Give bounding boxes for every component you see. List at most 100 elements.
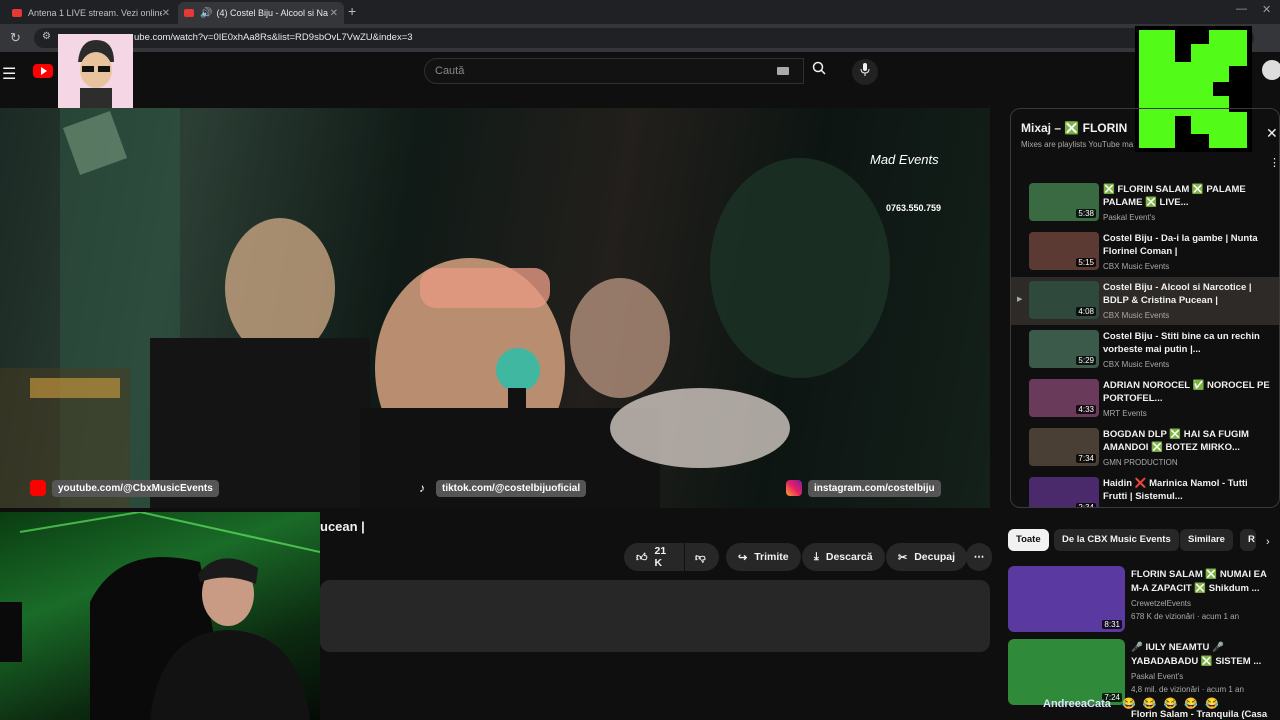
minimize-icon[interactable]: —: [1236, 3, 1247, 15]
streamer-avatar-overlay: [58, 34, 133, 109]
recommendation-item[interactable]: 8:31 FLORIN SALAM ❎ NUMAI EA M-A ZAPACIT …: [1008, 566, 1280, 632]
playlist-item[interactable]: 4:33 ADRIAN NOROCEL ✅ NOROCEL PE PORTOFEL…: [1011, 375, 1279, 423]
recommendation-thumbnail[interactable]: 8:31: [1008, 566, 1125, 632]
playlist-thumbnail[interactable]: 5:15: [1029, 232, 1099, 270]
url-text[interactable]: ube.com/watch?v=0IE0xhAa8Rs&list=RD9sbOv…: [134, 32, 413, 43]
recommendation-meta: 4,8 mil. de vizionări · acum 1 an: [1131, 685, 1244, 694]
recommendation-channel[interactable]: Paskal Event's: [1131, 672, 1183, 681]
like-button[interactable]: 👍︎ 21 K: [624, 543, 684, 571]
tab-antena[interactable]: Antena 1 LIVE stream. Vezi online ✕: [6, 2, 176, 24]
more-dots-icon: ⋯: [973, 551, 985, 563]
duration-badge: 2:34: [1076, 503, 1096, 507]
webcam-frame: [0, 512, 320, 720]
playlist-thumbnail[interactable]: 4:08: [1029, 281, 1099, 319]
video-title: ucean |: [320, 519, 365, 534]
playlist-item[interactable]: 5:29 Costel Biju - Stiti bine ca un rechi…: [1011, 326, 1279, 374]
playlist-item-title[interactable]: Costel Biju - Stiti bine ca un rechin vo…: [1103, 330, 1273, 356]
close-window-icon[interactable]: ✕: [1262, 3, 1271, 16]
chevron-right-icon[interactable]: ›: [1266, 536, 1270, 548]
close-playlist-icon[interactable]: ✕: [1266, 125, 1278, 142]
playlist-item-title[interactable]: ❎ FLORIN SALAM ❎ PALAME PALAME ❎ LIVE...: [1103, 183, 1273, 209]
playlist-thumbnail[interactable]: 7:34: [1029, 428, 1099, 466]
youtube-logo[interactable]: [33, 64, 53, 78]
share-button[interactable]: ↪ Trimite: [726, 543, 801, 571]
playlist-item-channel[interactable]: MRT Events: [1103, 409, 1147, 418]
more-actions-button[interactable]: ⋯: [966, 543, 992, 571]
playlist-item-title[interactable]: BOGDAN DLP ❎ HAI SA FUGIM AMANDOI ❎ BOTE…: [1103, 428, 1273, 454]
omnibox[interactable]: ⚙ ube.com/watch?v=0IE0xhAa8Rs&list=RD9sb…: [34, 28, 1254, 48]
recommendation-item[interactable]: 7:24 🎤 IULY NEAMTU 🎤 YABADABADU ❎ SISTEM …: [1008, 639, 1280, 705]
playlist-thumbnail[interactable]: 5:29: [1029, 330, 1099, 368]
chip-next[interactable]: R: [1240, 529, 1256, 551]
playlist-menu-icon[interactable]: ⋮: [1269, 156, 1279, 169]
recommendation-thumbnail[interactable]: 7:24: [1008, 639, 1125, 705]
thumbs-down-icon: 👎︎: [695, 551, 706, 564]
youtube-icon: [30, 480, 46, 496]
new-tab-icon[interactable]: +: [348, 3, 356, 19]
recommendation-title[interactable]: 🎤 IULY NEAMTU 🎤 YABADABADU ❎ SISTEM ...: [1131, 641, 1276, 668]
search-box[interactable]: Caută: [424, 58, 804, 84]
chip-all[interactable]: Toate: [1008, 529, 1049, 551]
playlist-thumbnail[interactable]: 5:38: [1029, 183, 1099, 221]
reload-icon[interactable]: ↻: [10, 30, 21, 46]
download-label: Descarcă: [825, 551, 873, 563]
recommendation-meta: 678 K de vizionări · acum 1 an: [1131, 612, 1240, 621]
site-info-icon[interactable]: ⚙: [42, 31, 51, 42]
recommendation-title[interactable]: FLORIN SALAM ❎ NUMAI EA M-A ZAPACIT ❎ Sh…: [1131, 568, 1276, 595]
youtube-favicon-icon: [184, 9, 194, 17]
playlist-item-channel[interactable]: CBX Music Events: [1103, 360, 1169, 369]
playlist-item-channel[interactable]: CBX Music Events: [1103, 262, 1169, 271]
speaker-icon[interactable]: 🔊: [200, 8, 212, 19]
download-button[interactable]: ⤓ Descarcă: [802, 543, 885, 571]
dislike-button[interactable]: 👎︎: [685, 543, 719, 571]
playlist-item[interactable]: 5:15 Costel Biju - Da-i la gambe | Nunta …: [1011, 228, 1279, 276]
duration-badge: 5:15: [1076, 258, 1096, 267]
keyboard-icon[interactable]: [777, 67, 789, 75]
playlist-thumbnail[interactable]: 4:33: [1029, 379, 1099, 417]
playlist-item-title[interactable]: Costel Biju - Da-i la gambe | Nunta Flor…: [1103, 232, 1273, 258]
chip-from-channel[interactable]: De la CBX Music Events: [1054, 529, 1179, 551]
instagram-icon: [786, 480, 802, 496]
microphone-icon: [860, 63, 870, 76]
playlist-item-channel[interactable]: GMN PRODUCTION: [1103, 458, 1178, 467]
playlist-item[interactable]: 5:38 ❎ FLORIN SALAM ❎ PALAME PALAME ❎ LIV…: [1011, 179, 1279, 227]
watermark-phone: 0763.550.759: [886, 203, 942, 213]
address-bar: ↻ ⚙ ube.com/watch?v=0IE0xhAa8Rs&list=RD9…: [0, 24, 1280, 52]
video-frame: [0, 108, 890, 508]
scissors-icon: ✂: [898, 551, 908, 564]
playlist-item-channel[interactable]: Paskal Event's: [1103, 213, 1155, 222]
playlist-item-title[interactable]: ADRIAN NOROCEL ✅ NOROCEL PE PORTOFEL...: [1103, 379, 1273, 405]
playlist-item-title[interactable]: Costel Biju - Alcool si Narcotice | BDLP…: [1103, 281, 1273, 307]
playlist-item[interactable]: 2:34 Haidin ❌ Marinica Namol - Tutti Frut…: [1011, 473, 1279, 507]
close-tab-icon[interactable]: ✕: [330, 8, 338, 19]
playlist-item[interactable]: ▶ 4:08 Costel Biju - Alcool si Narcotice |…: [1011, 277, 1279, 325]
voice-search-button[interactable]: [852, 59, 878, 85]
recommendation-channel[interactable]: CrewetzelEvents: [1131, 599, 1191, 608]
video-player[interactable]: Mad Events 0763.550.759 youtube.com/@Cbx…: [0, 108, 990, 508]
close-tab-icon[interactable]: ✕: [162, 8, 170, 19]
instagram-link-overlay: instagram.com/costelbiju: [786, 478, 941, 498]
description-box[interactable]: [320, 580, 990, 652]
search-button[interactable]: [804, 58, 834, 84]
clip-button[interactable]: ✂ Decupaj: [886, 543, 968, 571]
browser-tab-bar: Antena 1 LIVE stream. Vezi online ✕ 🔊 (4…: [0, 0, 1280, 24]
tiktok-icon: ♪: [419, 481, 425, 495]
playlist-item[interactable]: 7:34 BOGDAN DLP ❎ HAI SA FUGIM AMANDOI ❎ …: [1011, 424, 1279, 472]
playlist-item-title[interactable]: Haidin ❌ Marinica Namol - Tutti Frutti |…: [1103, 477, 1273, 503]
duration-badge: 4:33: [1076, 405, 1096, 414]
chip-similar[interactable]: Similare: [1180, 529, 1233, 551]
tab-title: Antena 1 LIVE stream. Vezi online: [28, 8, 162, 18]
hamburger-menu-icon[interactable]: ☰: [2, 64, 16, 84]
thumbs-up-icon: 👍︎: [636, 551, 648, 564]
playlist-item-channel[interactable]: CBX Music Events: [1103, 311, 1169, 320]
account-avatar[interactable]: [1262, 60, 1280, 80]
tiktok-link-overlay: ♪ tiktok.com/@costelbijuoficial: [414, 478, 587, 498]
antena-favicon-icon: [12, 9, 22, 17]
tiktok-link-text: tiktok.com/@costelbijuoficial: [436, 479, 587, 497]
watermark-brand: Mad Events: [870, 152, 939, 167]
playlist-thumbnail[interactable]: 2:34: [1029, 477, 1099, 507]
search-placeholder: Caută: [435, 65, 465, 77]
clip-label: Decupaj: [914, 551, 956, 563]
tab-title: (4) Costel Biju - Alcool si Na: [216, 8, 328, 18]
tab-youtube[interactable]: 🔊 (4) Costel Biju - Alcool si Na ✕: [178, 2, 344, 24]
